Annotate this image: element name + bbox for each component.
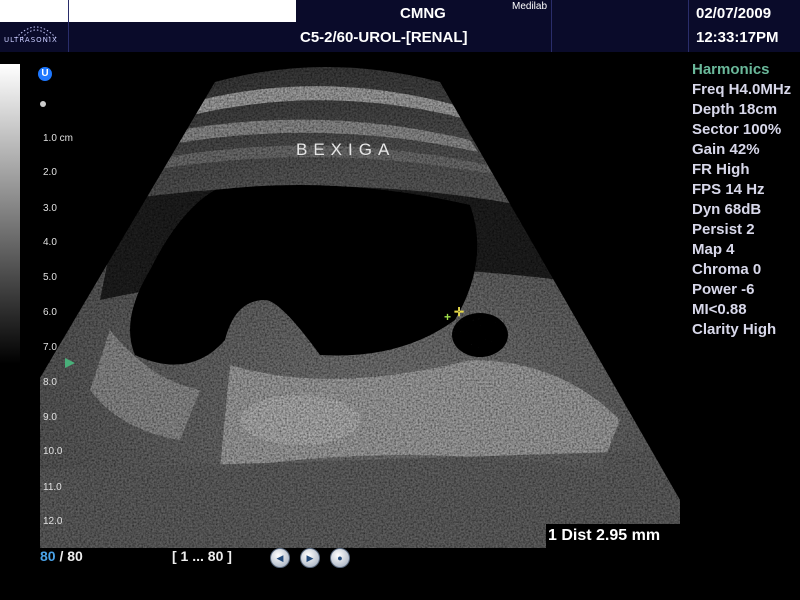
prev-icon[interactable]: ◀ xyxy=(270,548,290,568)
depth-label: 9.0 xyxy=(43,412,57,423)
depth-label: 4.0 xyxy=(43,237,57,248)
param-power: Power -6 xyxy=(692,281,755,298)
depth-label: 8.0 xyxy=(43,377,57,388)
imaging-parameters: Harmonics Freq H4.0MHz Depth 18cm Sector… xyxy=(692,60,800,340)
depth-label: 6.0 xyxy=(43,307,57,318)
mode-u-icon: U xyxy=(38,67,52,81)
param-frame-rate: FR High xyxy=(692,161,750,178)
frame-separator: / xyxy=(59,548,64,564)
depth-label: 12.0 xyxy=(43,516,63,527)
param-fps: FPS 14 Hz xyxy=(692,181,765,198)
param-clarity: Clarity High xyxy=(692,321,777,338)
depth-label: 3.0 xyxy=(43,203,57,214)
param-gain: Gain 42% xyxy=(692,141,760,158)
focus-marker-icon[interactable] xyxy=(65,358,75,368)
param-chroma: Chroma 0 xyxy=(692,261,762,278)
param-map: Map 4 xyxy=(692,241,735,258)
distance-measurement: 1 Dist 2.95 mm xyxy=(546,524,682,548)
total-frames: 80 xyxy=(67,548,83,564)
param-mi: MI<0.88 xyxy=(692,301,747,318)
current-frame: 80 xyxy=(40,548,56,564)
play-icon[interactable]: ▶ xyxy=(300,548,320,568)
param-depth: Depth 18cm xyxy=(692,101,778,118)
param-sector: Sector 100% xyxy=(692,121,782,138)
depth-label: 5.0 xyxy=(43,272,57,283)
grayscale-bar xyxy=(0,64,20,364)
caliper-cross-icon[interactable]: ✛ xyxy=(454,305,464,319)
caliper-plus-icon[interactable]: + xyxy=(444,310,451,324)
organ-annotation: BEXIGA xyxy=(296,140,396,159)
depth-label: 1.0 cm xyxy=(43,133,74,144)
depth-label: 7.0 xyxy=(43,342,57,353)
param-frequency: Freq H4.0MHz xyxy=(692,81,792,98)
ultrasound-image[interactable] xyxy=(0,0,800,600)
depth-label: 10.0 xyxy=(43,446,63,457)
param-dynamic-range: Dyn 68dB xyxy=(692,201,762,218)
frame-counter: 80 / 80 xyxy=(40,548,83,564)
depth-label: 11.0 xyxy=(43,482,62,493)
focus-dot-icon xyxy=(40,101,46,107)
depth-label: 2.0 xyxy=(43,167,57,178)
param-persistence: Persist 2 xyxy=(692,221,755,238)
stop-icon[interactable]: ● xyxy=(330,548,350,568)
param-harmonics: Harmonics xyxy=(692,61,770,78)
cine-range: [ 1 ... 80 ] xyxy=(172,548,232,564)
